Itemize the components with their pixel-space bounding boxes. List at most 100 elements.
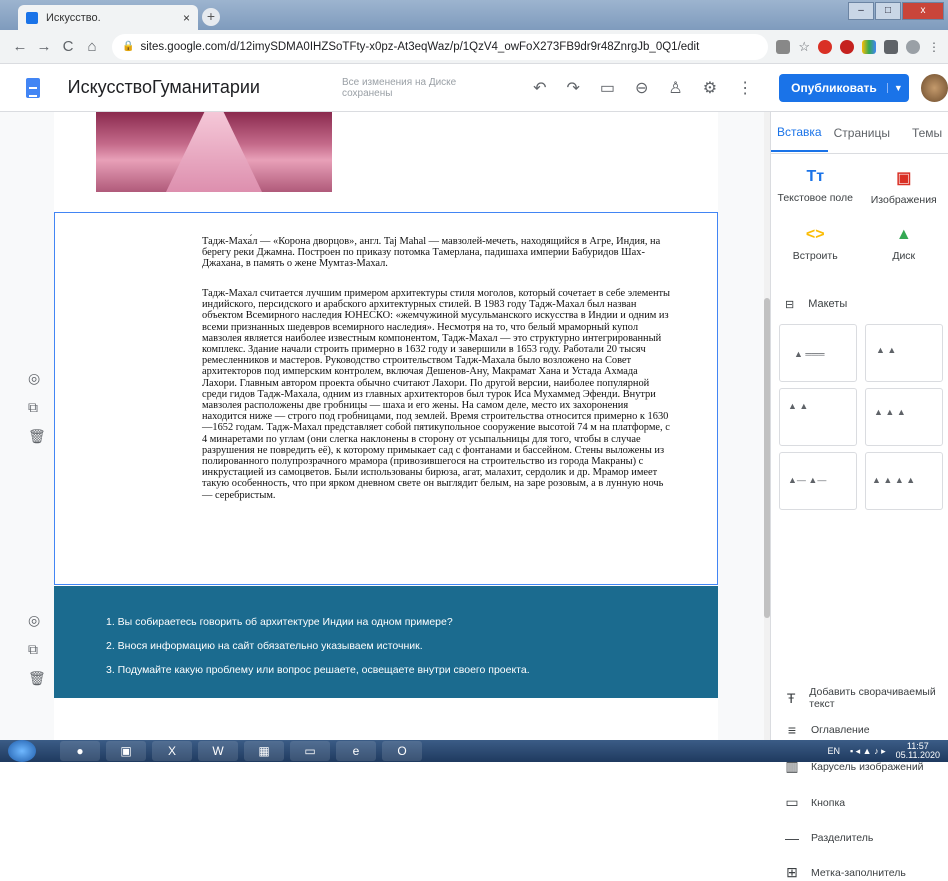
ie-taskbar-icon[interactable]: e: [336, 741, 376, 761]
lock-icon: 🔒: [122, 41, 134, 52]
chrome-menu-icon[interactable]: ⋮: [928, 40, 940, 54]
folder-taskbar-icon[interactable]: ▭: [290, 741, 330, 761]
taskbar-apps: ● ▣ X W ▦ ▭ e O: [60, 741, 422, 761]
star-icon[interactable]: ☆: [798, 39, 810, 55]
page-area: Тадж-Маха́л — «Корона дворцов», англ. Ta…: [54, 112, 718, 740]
window-controls: – □ x: [848, 2, 944, 20]
share-icon[interactable]: ♙: [668, 78, 682, 98]
back-icon[interactable]: ←: [8, 38, 32, 55]
browser-tabstrip: Искусство. × + – □ x: [0, 0, 948, 30]
delete-icon[interactable]: 🗑: [28, 670, 46, 687]
undo-icon[interactable]: ↶: [533, 78, 546, 98]
insert-toc[interactable]: ≡ Оглавление: [785, 722, 945, 738]
palette-icon[interactable]: ◎: [28, 370, 46, 387]
insert-panel: Вставка Страницы Темы Tт Текстовое поле …: [770, 112, 948, 740]
insert-drive[interactable]: ▲ Диск: [860, 226, 948, 262]
section-tools-2: ◎ ⧉ 🗑: [28, 612, 46, 687]
start-button[interactable]: [8, 740, 36, 762]
tray-icons[interactable]: ▪ ◂ ▲ ♪ ▸: [850, 746, 886, 757]
duplicate-icon[interactable]: ⧉: [28, 641, 46, 658]
language-indicator[interactable]: EN: [827, 746, 840, 756]
reload-icon[interactable]: C: [56, 38, 80, 55]
new-tab-button[interactable]: +: [202, 8, 220, 26]
layout-option-1[interactable]: ▲ ═══: [779, 324, 857, 382]
link-icon[interactable]: ⊖: [635, 78, 648, 98]
close-window-button[interactable]: x: [902, 2, 944, 20]
insert-images[interactable]: ▣ Изображения: [860, 168, 948, 206]
insert-divider[interactable]: —Разделитель: [785, 830, 945, 846]
delete-icon[interactable]: 🗑: [28, 428, 46, 445]
avatar[interactable]: [921, 74, 948, 102]
question-1[interactable]: 1. Вы собираетесь говорить об архитектур…: [106, 616, 453, 628]
button-icon: ▭: [785, 794, 799, 811]
url-field[interactable]: 🔒 sites.google.com/d/12imySDMA0IHZSoTFty…: [112, 34, 768, 60]
extension-icon[interactable]: [862, 40, 876, 54]
insert-drive-label: Диск: [892, 250, 915, 262]
site-name[interactable]: ИскусствоГуманитарии: [68, 77, 260, 98]
redo-icon[interactable]: ↷: [566, 78, 579, 98]
system-tray: EN ▪ ◂ ▲ ♪ ▸ 11:57 05.11.2020: [827, 742, 940, 760]
layout-option-2[interactable]: ▲ ▲: [865, 324, 943, 382]
embed-icon: <>: [771, 226, 860, 244]
opera-taskbar-icon[interactable]: O: [382, 741, 422, 761]
layouts-header[interactable]: ⊟ Макеты: [785, 298, 847, 311]
excel-taskbar-icon[interactable]: X: [152, 741, 192, 761]
insert-images-label: Изображения: [871, 194, 937, 206]
toolbar: ↶ ↷ ▭ ⊖ ♙ ⚙ ⋮: [533, 78, 753, 98]
paragraph-intro[interactable]: Тадж-Маха́л — «Корона дворцов», англ. Ta…: [202, 236, 672, 270]
profile-icon[interactable]: [906, 40, 920, 54]
panel-tabs: Вставка Страницы Темы: [771, 112, 948, 154]
question-2[interactable]: 2. Внося информацию на сайт обязательно …: [106, 640, 423, 652]
word-taskbar-icon[interactable]: W: [198, 741, 238, 761]
paragraph-main[interactable]: Тадж-Махал считается лучшим примером арх…: [202, 288, 672, 501]
calc-taskbar-icon[interactable]: ▦: [244, 741, 284, 761]
tab-insert[interactable]: Вставка: [771, 114, 828, 152]
collapsible-text-label: Добавить сворачиваемый текст: [809, 686, 945, 710]
publish-dropdown-icon[interactable]: ▼: [887, 83, 909, 93]
insert-text-box[interactable]: Tт Текстовое поле: [771, 168, 860, 206]
sites-logo-icon[interactable]: [26, 78, 40, 98]
toc-label: Оглавление: [811, 724, 870, 736]
maximize-button[interactable]: □: [875, 2, 901, 20]
divider-icon: —: [785, 830, 799, 846]
drive-icon: ▲: [860, 226, 948, 244]
duplicate-icon[interactable]: ⧉: [28, 399, 46, 416]
tab-themes[interactable]: Темы: [906, 126, 948, 140]
layout-option-3[interactable]: ▲ ▲: [779, 388, 857, 446]
taj-mahal-image[interactable]: [96, 112, 332, 192]
publish-label: Опубликовать: [779, 81, 887, 95]
chrome-taskbar-icon[interactable]: ●: [60, 741, 100, 761]
more-icon[interactable]: ⋮: [737, 78, 753, 98]
question-3[interactable]: 3. Подумайте какую проблему или вопрос р…: [106, 664, 530, 676]
layout-option-4[interactable]: ▲ ▲ ▲: [865, 388, 943, 446]
publish-button[interactable]: Опубликовать ▼: [779, 74, 909, 102]
home-icon[interactable]: ⌂: [80, 38, 104, 55]
puzzle-icon[interactable]: [884, 40, 898, 54]
tab-pages[interactable]: Страницы: [828, 126, 896, 140]
insert-collapsible-text[interactable]: ŦДобавить сворачиваемый текст: [785, 686, 945, 710]
questions-section[interactable]: 1. Вы собираетесь говорить об архитектур…: [54, 586, 718, 698]
settings-icon[interactable]: ⚙: [703, 78, 717, 98]
insert-embed[interactable]: <> Встроить: [771, 226, 860, 262]
text-section[interactable]: Тадж-Маха́л — «Корона дворцов», англ. Ta…: [54, 212, 718, 585]
layout-option-6[interactable]: ▲ ▲ ▲ ▲: [865, 452, 943, 510]
office-taskbar-icon[interactable]: ▣: [106, 741, 146, 761]
toc-icon: ≡: [785, 722, 799, 738]
clock[interactable]: 11:57 05.11.2020: [896, 742, 940, 760]
translate-icon[interactable]: [776, 40, 790, 54]
layouts-label: Макеты: [808, 298, 847, 311]
minimize-button[interactable]: –: [848, 2, 874, 20]
preview-icon[interactable]: ▭: [600, 78, 615, 98]
forward-icon[interactable]: →: [32, 38, 56, 55]
browser-tab[interactable]: Искусство. ×: [18, 5, 198, 30]
insert-button[interactable]: ▭Кнопка: [785, 794, 945, 811]
placeholder-icon: ⊞: [785, 864, 799, 881]
tab-close-icon[interactable]: ×: [183, 11, 190, 25]
insert-grid: Tт Текстовое поле ▣ Изображения <> Встро…: [771, 168, 948, 262]
opera-extension-icon[interactable]: [818, 40, 832, 54]
layout-option-5[interactable]: ▲— ▲—: [779, 452, 857, 510]
insert-placeholder[interactable]: ⊞Метка-заполнитель: [785, 864, 945, 881]
clock-date: 05.11.2020: [896, 751, 940, 760]
adblock-icon[interactable]: [840, 40, 854, 54]
palette-icon[interactable]: ◎: [28, 612, 46, 629]
